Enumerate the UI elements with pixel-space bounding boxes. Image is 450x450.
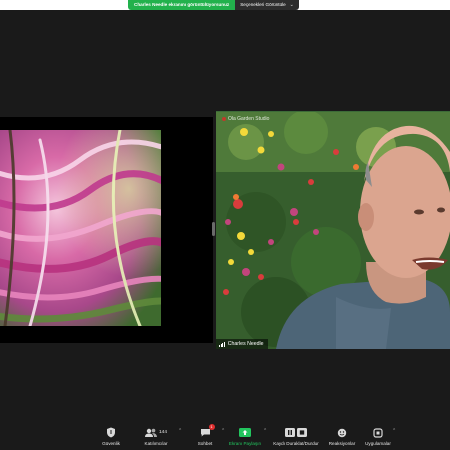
security-button[interactable]: Güvenlik xyxy=(88,426,134,446)
participant-top-label: Ola Garden Studio xyxy=(222,116,269,122)
participant-video xyxy=(216,112,450,349)
meeting-toolbar: Güvenlik 144 Katılımcılar ⌃ 1 Sohbet ⌃ E… xyxy=(0,424,450,450)
participants-button[interactable]: 144 Katılımcılar xyxy=(133,426,179,446)
participant-name-tag: Charles Needle xyxy=(216,339,268,349)
view-options-button[interactable]: Seçenekleri Görüntüle ⌄ xyxy=(235,0,299,10)
participants-label: Katılımcılar xyxy=(144,441,168,446)
signal-strength-icon xyxy=(219,341,225,347)
recording-dot-icon xyxy=(222,117,226,121)
pause-stop-recording-button[interactable]: Kaydı Duraklat/Durdur xyxy=(273,426,319,446)
chat-label: Sohbet xyxy=(197,441,213,446)
apps-caret-icon[interactable]: ⌃ xyxy=(392,428,396,434)
reactions-icon xyxy=(337,426,347,439)
shared-flower-photo xyxy=(0,130,161,326)
apps-icon xyxy=(373,426,383,439)
share-screen-button[interactable]: Ekranı Paylaşın xyxy=(222,426,268,446)
share-status-pill[interactable]: Charles Needle ekranını görüntülüyorsunu… xyxy=(128,0,236,10)
pause-stop-icon xyxy=(285,426,307,439)
chat-icon: 1 xyxy=(200,424,215,439)
resize-handle[interactable] xyxy=(212,222,215,236)
participants-icon: 144 xyxy=(144,426,167,439)
participant-top-label-text: Ola Garden Studio xyxy=(228,116,270,122)
apps-label: Uygulamalar xyxy=(365,441,391,446)
security-label: Güvenlik xyxy=(102,441,120,446)
participant-count: 144 xyxy=(158,430,167,435)
share-caret-icon[interactable]: ⌃ xyxy=(263,428,267,434)
share-screen-icon xyxy=(239,426,251,439)
view-options-label: Seçenekleri Görüntüle xyxy=(240,2,286,7)
participant-name: Charles Needle xyxy=(227,341,264,347)
share-screen-label: Ekranı Paylaşın xyxy=(228,441,262,446)
shield-icon xyxy=(106,426,116,439)
pause-stop-label: Kaydı Duraklat/Durdur xyxy=(273,441,319,446)
shared-screen-view xyxy=(0,117,213,343)
participant-video-tile[interactable]: Ola Garden Studio Charles Needle xyxy=(216,111,450,349)
chat-unread-badge: 1 xyxy=(208,424,215,430)
chevron-down-icon: ⌄ xyxy=(289,2,294,8)
screen-share-bar: Charles Needle ekranını görüntülüyorsunu… xyxy=(128,0,299,10)
reactions-label: Reaksiyonlar xyxy=(328,441,356,446)
